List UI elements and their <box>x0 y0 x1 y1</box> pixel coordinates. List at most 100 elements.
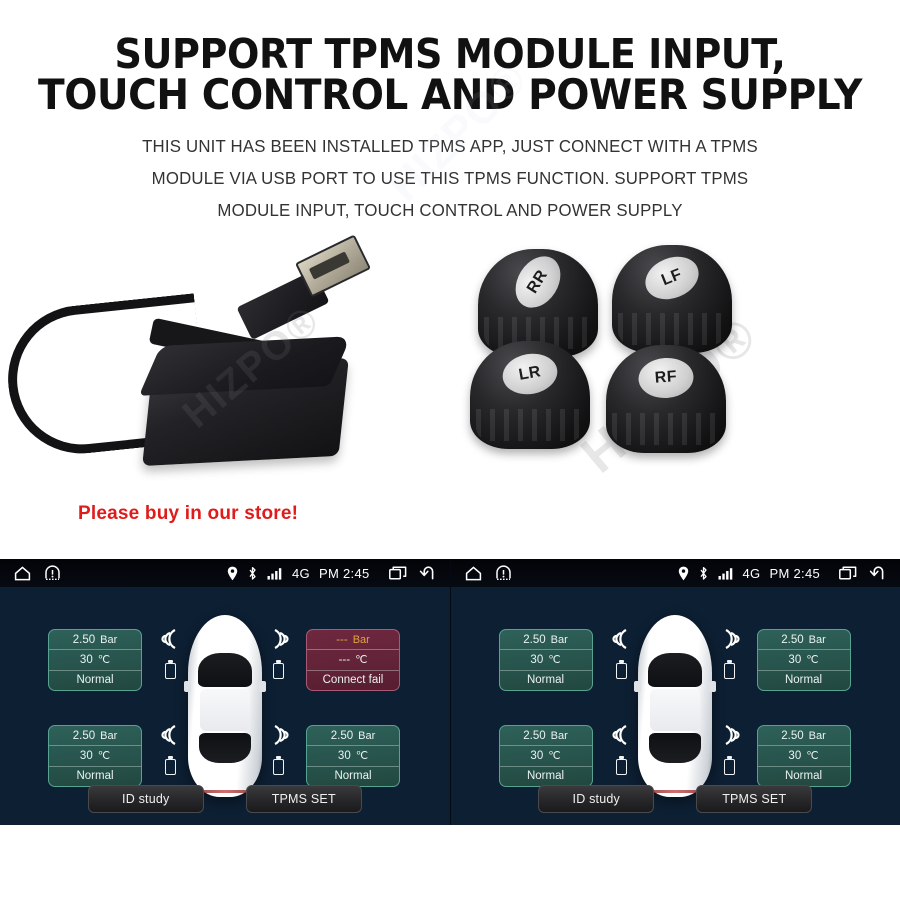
back-arrow-icon[interactable] <box>416 566 434 580</box>
signal-wave-icon <box>266 625 292 658</box>
network-type-label: 4G <box>292 565 310 581</box>
tire-temperature-row: 30 ℃ <box>49 746 141 767</box>
signal-wave-icon <box>609 721 635 754</box>
status-bar: 4G PM 2:45 <box>450 559 900 587</box>
signal-wave-icon <box>158 721 184 754</box>
clock-label: PM 2:45 <box>769 565 820 581</box>
tire-pressure-unit: Bar <box>358 729 376 742</box>
cap-ridges <box>476 408 584 441</box>
store-note: Please buy in our store! <box>78 503 299 524</box>
home-icon[interactable] <box>465 565 482 581</box>
tire-box-front-right[interactable]: --- Bar --- ℃ Connect fail <box>306 629 400 691</box>
recent-apps-icon[interactable] <box>388 566 407 580</box>
tire-status-row: Normal <box>307 767 399 786</box>
tire-box-front-right[interactable]: 2.50 Bar 30 ℃ Normal <box>756 629 851 691</box>
sensor-indicator-rear-right <box>717 721 743 777</box>
sensor-indicator-front-left <box>609 625 635 681</box>
tire-status-label: Normal <box>334 770 372 783</box>
car-roof <box>199 689 250 731</box>
bluetooth-icon <box>247 566 258 581</box>
location-pin-icon <box>227 566 238 581</box>
battery-icon <box>165 660 176 679</box>
tire-pressure-value: 2.50 <box>781 633 804 646</box>
car-mirror-right <box>709 681 717 692</box>
tire-box-rear-left[interactable]: 2.50 Bar 30 ℃ Normal <box>498 725 593 787</box>
tire-pressure-value: 2.50 <box>72 633 96 646</box>
sensor-cap-rf: RF <box>606 344 726 453</box>
page-description-line-2: MODULE VIA USB PORT TO USE THIS TPMS FUN… <box>151 168 749 189</box>
id-study-button[interactable]: ID study <box>538 785 655 813</box>
tire-status-label: Normal <box>784 674 823 687</box>
tpms-set-button[interactable]: TPMS SET <box>245 785 362 813</box>
signal-wave-icon <box>609 625 635 658</box>
tpms-display-area: 2.50 Bar 30 ℃ Normal 2.50 Bar 30 ℃ Norma… <box>451 587 900 825</box>
tire-pressure-row: 2.50 Bar <box>757 630 850 651</box>
usb-tpms-module-photo <box>0 234 400 485</box>
home-icon[interactable] <box>14 565 31 581</box>
tire-temperature-value: --- <box>338 653 351 666</box>
sensor-indicator-front-right <box>717 625 743 681</box>
tire-pressure-row: --- Bar <box>307 630 399 651</box>
status-bar-right-items: 4G PM 2:45 <box>227 559 433 587</box>
tire-status-row: Normal <box>49 767 141 786</box>
tire-pressure-value: 2.50 <box>781 729 804 742</box>
tire-temperature-unit: ℃ <box>355 750 369 763</box>
usb-a-plug <box>295 234 371 298</box>
signal-wave-icon <box>266 721 292 754</box>
car-roof <box>650 689 701 731</box>
network-type-label: 4G <box>742 565 761 581</box>
page-title-line-2: TOUCH CONTROL AND POWER SUPPLY <box>38 70 862 120</box>
tire-temperature-row: 30 ℃ <box>757 650 850 671</box>
sensor-cap-label: RF <box>637 355 695 400</box>
tire-pressure-value: 2.50 <box>72 729 96 742</box>
signal-bars-icon <box>718 567 734 580</box>
tpms-warning-icon[interactable] <box>44 565 61 581</box>
tire-temperature-unit: ℃ <box>548 750 561 763</box>
id-study-button[interactable]: ID study <box>87 785 204 813</box>
car-top-view-illustration <box>183 615 266 797</box>
tire-temperature-row: 30 ℃ <box>499 746 592 767</box>
page-title-line-1: SUPPORT TPMS MODULE INPUT, <box>114 30 786 78</box>
back-arrow-icon[interactable] <box>866 566 884 580</box>
car-mirror-right <box>258 681 266 692</box>
tire-pressure-row: 2.50 Bar <box>49 630 141 651</box>
tire-pressure-value: 2.50 <box>523 729 546 742</box>
tire-pressure-unit: Bar <box>100 633 118 646</box>
signal-wave-icon <box>158 625 184 658</box>
tire-status-row: Connect fail <box>307 671 399 690</box>
cap-ridges <box>612 412 720 445</box>
battery-icon <box>273 660 284 679</box>
tire-pressure-row: 2.50 Bar <box>499 630 592 651</box>
car-mirror-left <box>634 681 642 692</box>
tire-temperature-unit: ℃ <box>97 750 111 763</box>
tire-pressure-unit: Bar <box>808 633 826 646</box>
tire-box-rear-left[interactable]: 2.50 Bar 30 ℃ Normal <box>48 725 142 787</box>
tire-status-row: Normal <box>500 671 592 690</box>
tpms-set-button[interactable]: TPMS SET <box>696 785 813 813</box>
tire-temperature-row: 30 ℃ <box>49 650 141 671</box>
tire-temperature-value: 30 <box>788 653 802 666</box>
tpms-sensor-caps-photo: RR LF LR RF <box>470 244 750 480</box>
recent-apps-icon[interactable] <box>839 566 857 580</box>
signal-bars-icon <box>267 567 283 580</box>
sensor-cap-lr: LR <box>470 340 590 449</box>
tire-box-rear-right[interactable]: 2.50 Bar 30 ℃ Normal <box>306 725 400 787</box>
battery-icon <box>165 756 176 775</box>
battery-icon <box>615 756 627 775</box>
sensor-indicator-front-right <box>266 625 292 681</box>
tpms-warning-icon[interactable] <box>495 565 512 581</box>
head-unit-screenshots: 4G PM 2:45 2.50 Bar 30 ℃ Normal --- Bar … <box>0 559 900 825</box>
tire-pressure-value: 2.50 <box>330 729 354 742</box>
tire-box-rear-right[interactable]: 2.50 Bar 30 ℃ Normal <box>756 725 851 787</box>
sensor-cap-label: LR <box>499 349 561 399</box>
battery-icon <box>723 660 735 679</box>
tire-temperature-value: 30 <box>337 749 351 762</box>
tire-status-row: Normal <box>758 671 850 690</box>
page-description: THIS UNIT HAS BEEN INSTALLED TPMS APP, J… <box>18 131 882 227</box>
tire-pressure-row: 2.50 Bar <box>307 726 399 747</box>
tire-box-front-left[interactable]: 2.50 Bar 30 ℃ Normal <box>498 629 593 691</box>
product-photo-band: HIZPO® RR LF LR RF HIZPO® <box>0 234 900 503</box>
tire-box-front-left[interactable]: 2.50 Bar 30 ℃ Normal <box>48 629 142 691</box>
tire-status-label: Normal <box>526 674 565 687</box>
sensor-cap-label: LF <box>639 249 705 307</box>
